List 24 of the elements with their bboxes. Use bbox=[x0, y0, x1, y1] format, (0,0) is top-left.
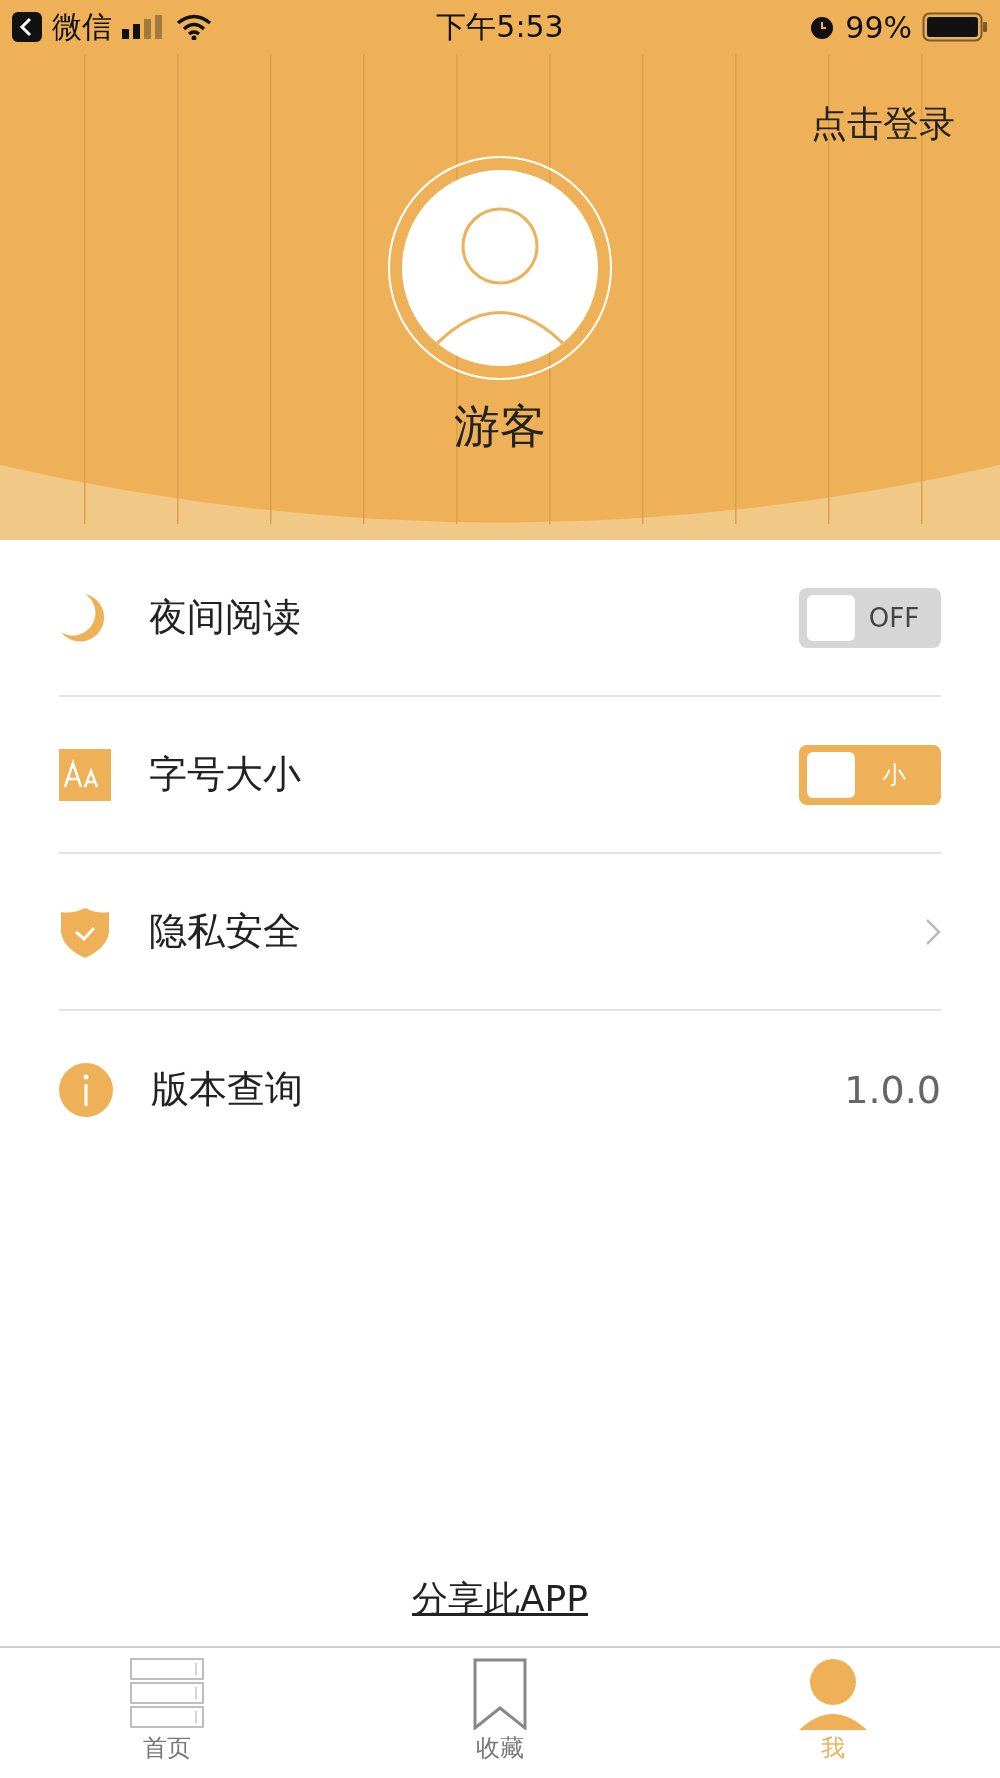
battery-percentage: 99% bbox=[845, 9, 912, 45]
username: 游客 bbox=[454, 398, 546, 454]
tab-item[interactable]: 收藏 bbox=[333, 1648, 667, 1778]
share-link[interactable]: 分享此APP bbox=[411, 1575, 588, 1624]
back-app-label[interactable]: 微信 bbox=[52, 6, 112, 48]
list-icon bbox=[129, 1658, 204, 1730]
tab-item[interactable]: 首页 bbox=[0, 1648, 334, 1778]
setting-label: 夜间阅读 bbox=[149, 594, 302, 641]
back-icon[interactable] bbox=[12, 12, 42, 42]
shield-check-icon bbox=[59, 905, 111, 958]
info-icon bbox=[59, 1062, 113, 1117]
bookmark-icon bbox=[473, 1658, 527, 1730]
setting-label: 字号大小 bbox=[149, 751, 302, 798]
wifi-icon bbox=[176, 14, 212, 40]
chevron-right-icon[interactable] bbox=[925, 917, 941, 946]
alarm-icon bbox=[809, 14, 836, 40]
battery-icon bbox=[922, 12, 988, 42]
status-time: 下午5:53 bbox=[436, 7, 564, 46]
login-link[interactable]: 点击登录 bbox=[811, 104, 955, 144]
font-size-icon bbox=[59, 748, 111, 801]
toggle-switch[interactable]: OFF bbox=[799, 587, 941, 648]
version-value: 1.0.0 bbox=[844, 1067, 941, 1112]
setting-label: 隐私安全 bbox=[149, 908, 302, 955]
setting-label: 版本查询 bbox=[151, 1066, 304, 1113]
